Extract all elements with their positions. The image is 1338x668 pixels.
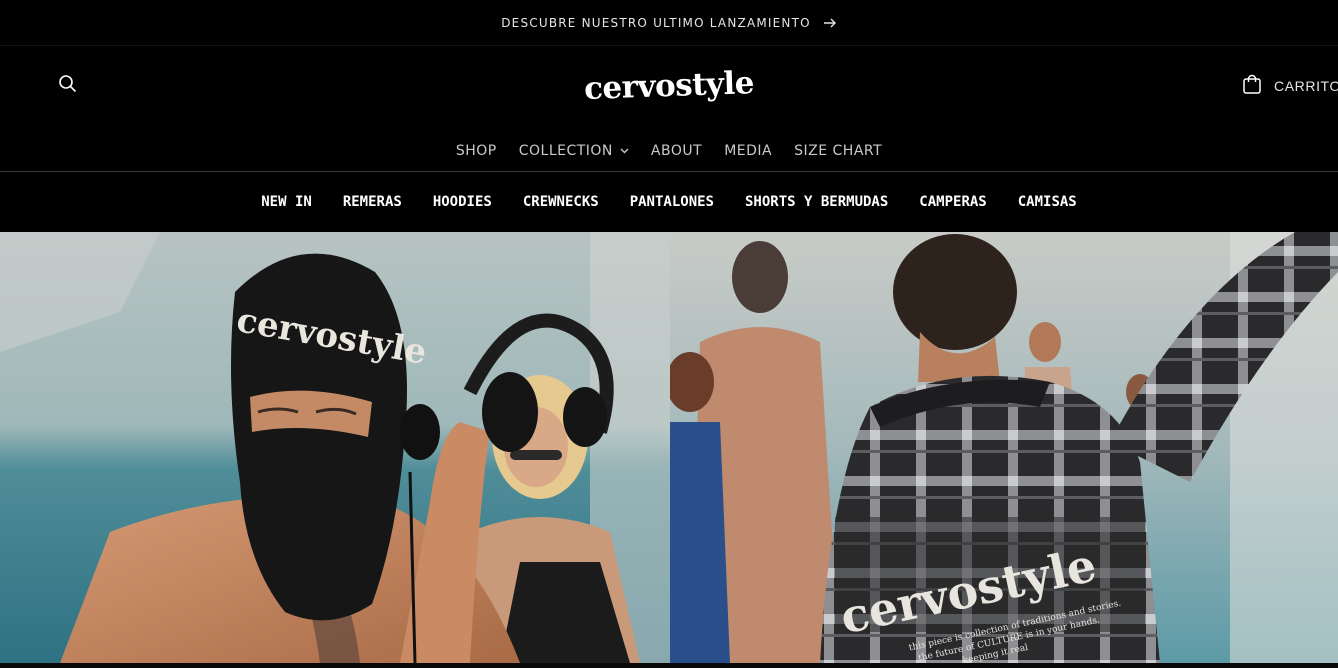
chevron-down-icon [620, 148, 629, 154]
nav-shop-label: SHOP [455, 143, 497, 159]
nav-collection-label: COLLECTION [518, 143, 613, 159]
category-remeras[interactable]: REMERAS [327, 194, 417, 210]
category-new-in[interactable]: NEW IN [246, 194, 328, 210]
nav-collection[interactable]: COLLECTION [508, 143, 640, 159]
logo-text: cervostyle [583, 65, 755, 107]
hero-image-right[interactable]: cervostyle this piece is collection of t… [670, 232, 1338, 663]
nav-size-chart-label: SIZE CHART [794, 143, 883, 159]
category-nav: NEW IN REMERAS HOODIES CREWNECKS PANTALO… [0, 172, 1338, 232]
category-hoodies[interactable]: HOODIES [417, 194, 507, 210]
nav-shop[interactable]: SHOP [445, 143, 508, 159]
search-button[interactable] [57, 74, 77, 98]
category-camperas[interactable]: CAMPERAS [904, 194, 1002, 210]
category-camisas[interactable]: CAMISAS [1002, 194, 1092, 210]
hero-bottom-edge [0, 663, 1338, 668]
main-nav: SHOP COLLECTION ABOUT MEDIA SIZE CHART [0, 136, 1338, 166]
category-pantalones[interactable]: PANTALONES [614, 194, 729, 210]
arrow-right-icon [823, 18, 837, 28]
announcement-text[interactable]: DESCUBRE NUESTRO ULTIMO LANZAMIENTO [501, 16, 811, 30]
category-crewnecks[interactable]: CREWNECKS [507, 194, 614, 210]
hero-image-left[interactable]: cervostyle [0, 232, 670, 663]
announcement-bar[interactable]: DESCUBRE NUESTRO ULTIMO LANZAMIENTO [0, 0, 1338, 46]
nav-media-label: MEDIA [724, 143, 773, 159]
nav-about-label: ABOUT [650, 143, 703, 159]
brand-logo[interactable]: cervostyle [568, 59, 770, 114]
category-shorts-y-bermudas[interactable]: SHORTS Y BERMUDAS [730, 194, 904, 210]
search-icon [58, 74, 77, 98]
shopping-bag-icon [1242, 73, 1262, 100]
hero-banner[interactable]: cervostyle cervostyle this piece is coll… [0, 232, 1338, 663]
cart-button[interactable]: CARRITO [1242, 74, 1338, 98]
nav-about[interactable]: ABOUT [640, 143, 713, 159]
cart-label: CARRITO [1274, 78, 1338, 94]
nav-media[interactable]: MEDIA [713, 143, 783, 159]
nav-size-chart[interactable]: SIZE CHART [783, 143, 893, 159]
